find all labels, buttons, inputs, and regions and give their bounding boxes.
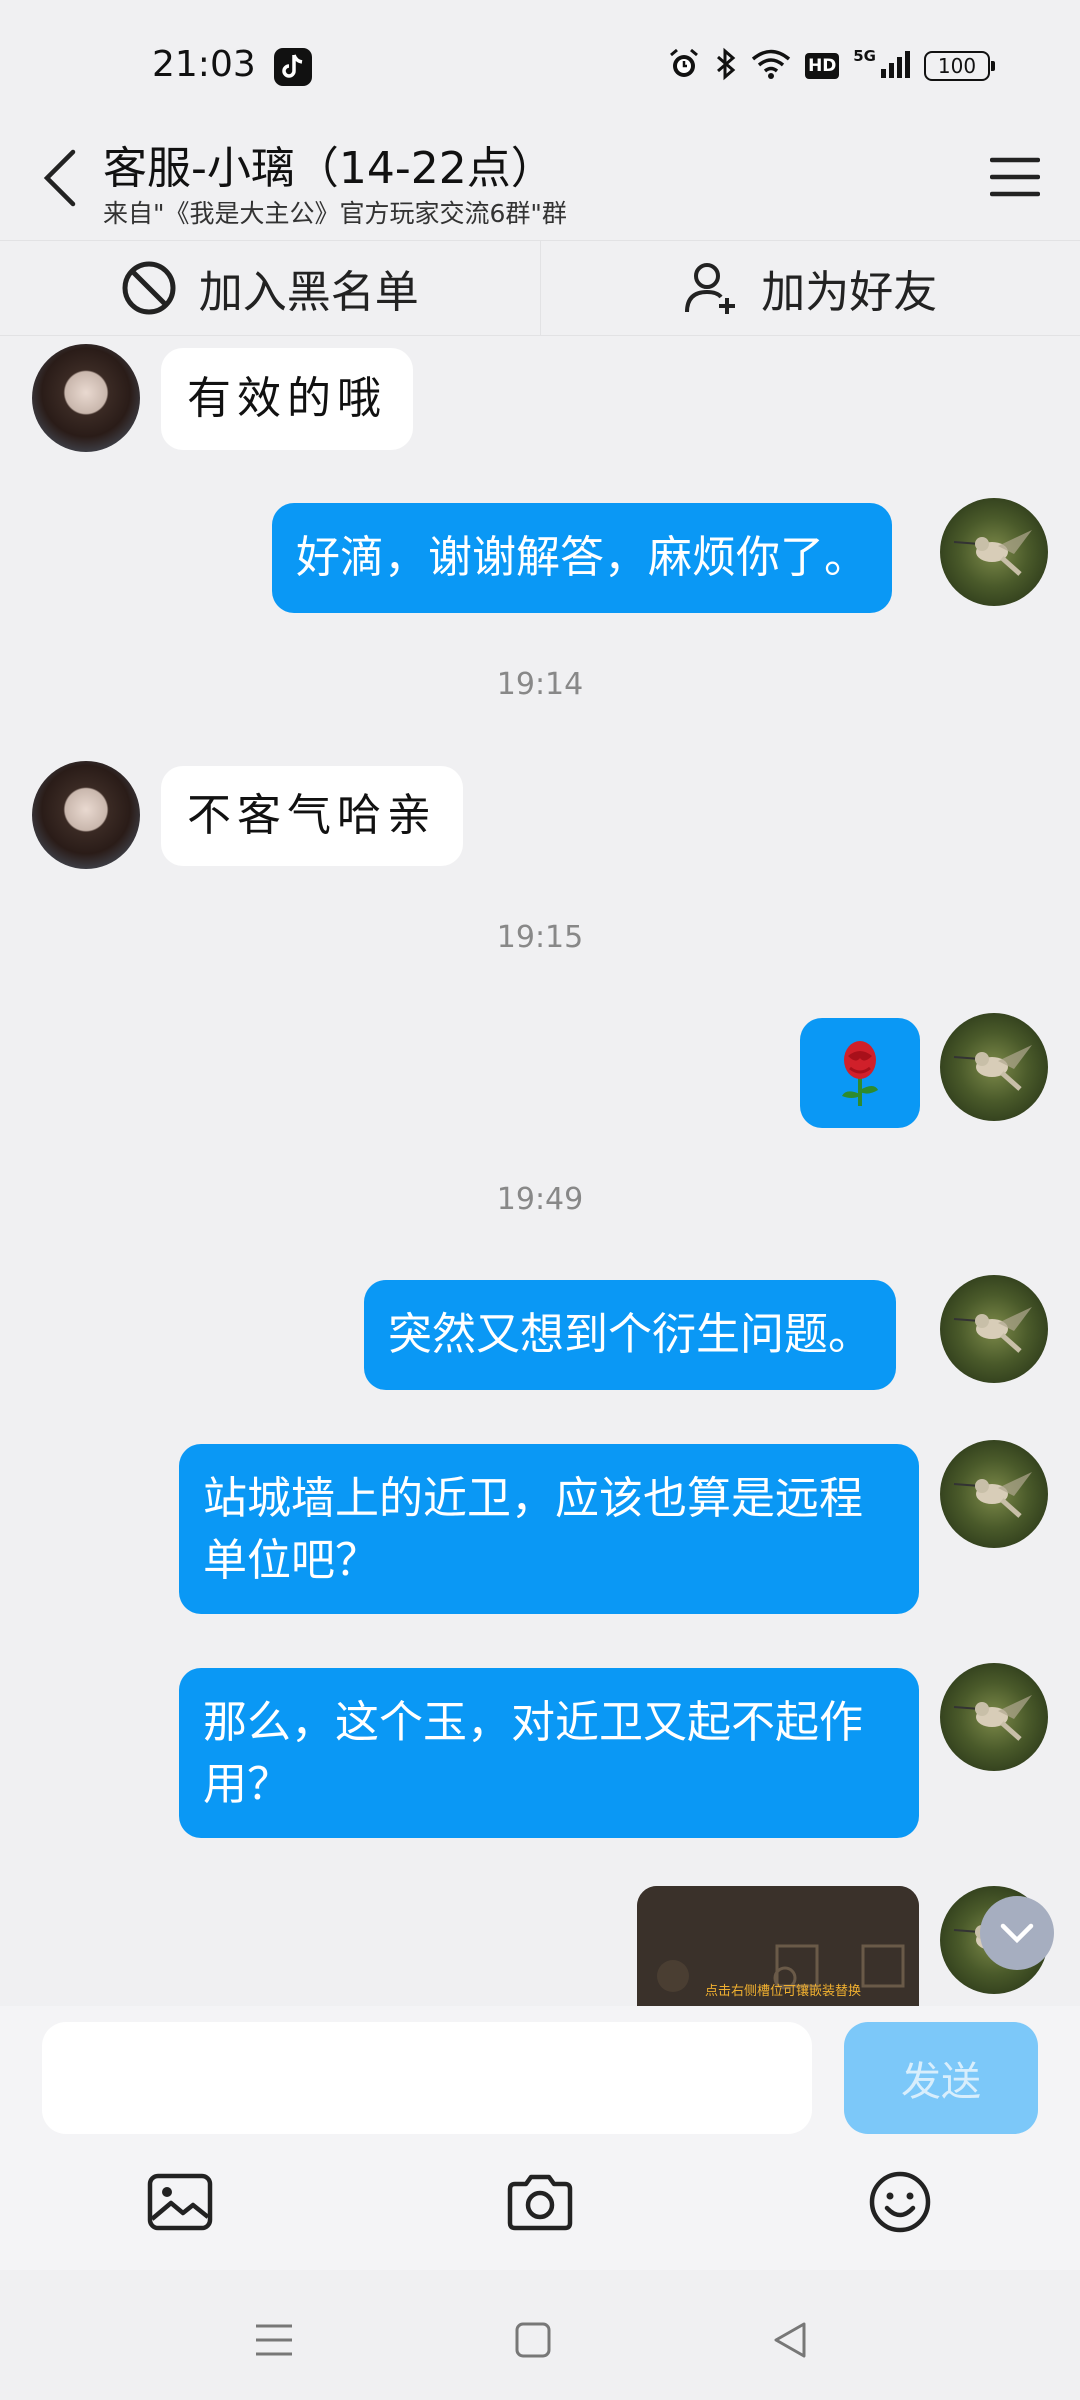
- outgoing-message[interactable]: 站城墙上的近卫，应该也算是远程单位吧？: [179, 1444, 919, 1614]
- back-nav-button[interactable]: [760, 2310, 820, 2370]
- incoming-message[interactable]: 有效的哦: [161, 348, 413, 450]
- add-to-blacklist-button[interactable]: 加入黑名单: [0, 241, 540, 335]
- wifi-icon: [751, 48, 791, 84]
- hummingbird-icon: [953, 1695, 1032, 1741]
- contact-avatar[interactable]: [32, 761, 140, 869]
- my-avatar[interactable]: [940, 1013, 1048, 1121]
- bluetooth-icon: [715, 47, 737, 85]
- tiktok-icon: [274, 48, 312, 86]
- system-nav-bar: [0, 2270, 1080, 2400]
- chevron-down-icon: [1000, 1923, 1034, 1944]
- outgoing-message[interactable]: 好滴，谢谢解答，麻烦你了。: [272, 503, 892, 613]
- add-friend-label: 加为好友: [761, 267, 938, 318]
- chat-title: 客服-小璃（14-22点）: [103, 143, 555, 194]
- my-avatar[interactable]: [940, 1440, 1048, 1548]
- outgoing-image-message[interactable]: 点击右侧槽位可镶嵌装替换: [637, 1886, 919, 2006]
- status-bar: 21:03 HD 5G 100: [0, 0, 1080, 118]
- contact-avatar[interactable]: [32, 344, 140, 452]
- send-button[interactable]: 发送: [844, 2022, 1038, 2134]
- hummingbird-icon: [953, 1472, 1032, 1518]
- network-type-label: 5G: [853, 47, 876, 65]
- smiley-icon: [869, 2171, 931, 2233]
- camera-button[interactable]: [500, 2162, 580, 2242]
- scroll-to-bottom-button[interactable]: [980, 1896, 1054, 1970]
- triangle-back-icon: [774, 2322, 806, 2358]
- my-avatar[interactable]: [940, 1663, 1048, 1771]
- message-timestamp: 19:49: [496, 1182, 584, 1217]
- camera-icon: [507, 2174, 573, 2231]
- action-bar: 加入黑名单 加为好友: [0, 240, 1080, 336]
- outgoing-emoji-message[interactable]: [800, 1018, 920, 1128]
- chat-subtitle: 来自"《我是大主公》官方玩家交流6群"群: [103, 199, 567, 228]
- back-button[interactable]: [30, 138, 90, 218]
- signal-icon: [880, 49, 910, 83]
- recent-apps-button[interactable]: [244, 2310, 304, 2370]
- home-button[interactable]: [503, 2310, 563, 2370]
- square-icon: [515, 2322, 551, 2358]
- outgoing-message[interactable]: 那么，这个玉，对近卫又起不起作用？: [179, 1668, 919, 1838]
- rose-icon: [842, 1041, 878, 1106]
- message-timestamp: 19:15: [496, 920, 584, 955]
- emoji-button[interactable]: [860, 2162, 940, 2242]
- hd-badge: HD: [805, 53, 840, 79]
- message-timestamp: 19:14: [496, 667, 584, 702]
- menu-button[interactable]: [980, 142, 1050, 212]
- status-time: 21:03: [152, 44, 256, 85]
- status-icons: HD 5G 100: [667, 46, 995, 86]
- block-icon: [122, 261, 176, 315]
- image-caption: 点击右侧槽位可镶嵌装替换: [705, 1984, 862, 1999]
- outgoing-message[interactable]: 突然又想到个衍生问题。: [364, 1280, 896, 1390]
- alarm-icon: [667, 47, 701, 85]
- composer: 发送: [0, 2006, 1080, 2270]
- chevron-left-icon: [43, 149, 76, 207]
- menu-icon: [990, 157, 1040, 197]
- add-user-icon: [685, 263, 736, 314]
- battery-indicator: 100: [924, 51, 995, 81]
- message-input[interactable]: [42, 2022, 812, 2134]
- add-friend-button[interactable]: 加为好友: [539, 241, 1080, 335]
- hummingbird-icon: [953, 1045, 1032, 1091]
- blacklist-label: 加入黑名单: [198, 267, 419, 318]
- hummingbird-icon: [953, 1307, 1032, 1353]
- chat-screen: 21:03 HD 5G 100 客服-小璃（14-22点） 来自"《我是大主公》…: [0, 0, 1080, 2400]
- incoming-message[interactable]: 不客气哈亲: [161, 766, 463, 866]
- my-avatar[interactable]: [940, 498, 1048, 606]
- menu-lines-icon: [256, 2324, 292, 2356]
- gallery-button[interactable]: [140, 2162, 220, 2242]
- image-icon: [147, 2173, 213, 2231]
- chat-header: 客服-小璃（14-22点） 来自"《我是大主公》官方玩家交流6群"群: [0, 118, 1080, 238]
- hummingbird-icon: [953, 530, 1032, 576]
- my-avatar[interactable]: [940, 1275, 1048, 1383]
